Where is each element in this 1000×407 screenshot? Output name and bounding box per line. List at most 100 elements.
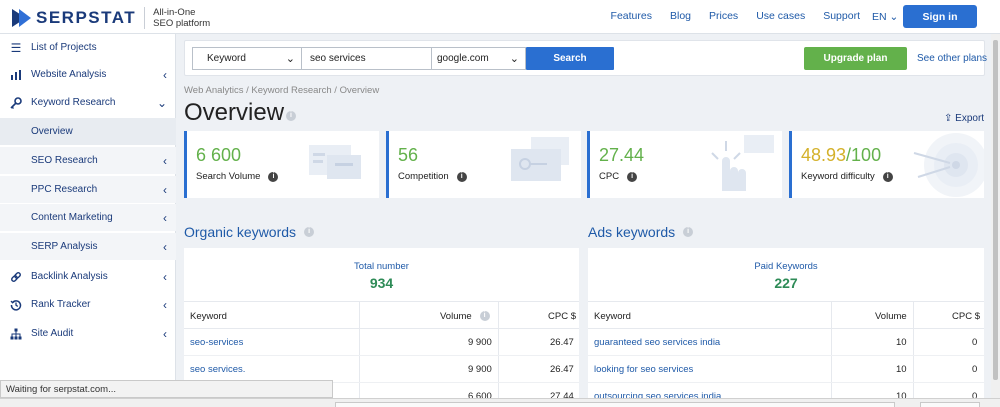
sign-in-button[interactable]: Sign in	[903, 5, 977, 28]
column-header-cpc[interactable]: CPC $	[548, 302, 576, 330]
column-header-keyword[interactable]: Keyword	[190, 302, 227, 330]
sidebar-item-label: Site Audit	[31, 328, 74, 339]
organic-total-value[interactable]: 934	[184, 275, 579, 291]
volume-illustration-icon	[309, 145, 361, 179]
organic-keywords-heading: Organic keywords i	[184, 224, 315, 240]
cpc-cell: 0	[972, 364, 978, 375]
chevron-left-icon: ‹	[163, 210, 167, 225]
language-selector[interactable]: EN ⌄	[872, 11, 898, 23]
difficulty-max: /100	[846, 145, 882, 165]
top-header: SERPSTAT All-in-One SEO platform Feature…	[0, 0, 1000, 34]
search-type-value: Keyword	[207, 53, 246, 64]
sidebar-item-label: Keyword Research	[31, 97, 116, 108]
logo-divider	[144, 7, 146, 29]
sidebar-item-keyword-research[interactable]: Keyword Research ⌄	[0, 89, 176, 116]
info-icon[interactable]: i	[304, 227, 315, 237]
sidebar-item-website-analysis[interactable]: Website Analysis ‹	[0, 61, 176, 88]
search-engine-select[interactable]: google.com ⌄	[431, 47, 526, 70]
difficulty-score: 48.93	[801, 145, 847, 165]
nav-features[interactable]: Features	[611, 10, 652, 22]
cpc-cell: 26.47	[550, 364, 574, 375]
chevron-down-icon: ⌄	[156, 95, 167, 110]
cpc-label: CPC	[599, 171, 620, 182]
sidebar-item-label: Rank Tracker	[31, 299, 91, 310]
table-row: seo services. 9 900 26.47	[184, 356, 579, 383]
tagline-line-1: All-in-One	[153, 7, 196, 18]
volume-cell: 10	[896, 337, 907, 348]
bar-chart-icon	[9, 68, 23, 82]
search-button[interactable]: Search	[526, 47, 614, 70]
info-icon[interactable]: i	[479, 311, 490, 321]
cpc-cell: 26.47	[550, 337, 574, 348]
sidebar-item-serp-analysis[interactable]: SERP Analysis ‹	[0, 233, 176, 260]
column-header-cpc[interactable]: CPC $	[952, 302, 980, 330]
sidebar-item-label: Overview	[31, 126, 73, 137]
sidebar-item-site-audit[interactable]: Site Audit ‹	[0, 320, 176, 347]
sidebar-item-ppc-research[interactable]: PPC Research ‹	[0, 176, 176, 203]
column-header-volume[interactable]: Volume i	[440, 302, 490, 330]
cpc-illustration-icon	[711, 135, 774, 191]
competition-label-row: Competition i	[398, 171, 467, 182]
info-icon[interactable]: i	[683, 227, 694, 237]
cpc-label-row: CPC i	[599, 171, 638, 182]
upgrade-plan-button[interactable]: Upgrade plan	[804, 47, 907, 70]
info-icon[interactable]: i	[268, 171, 279, 182]
sidebar-item-backlink-analysis[interactable]: Backlink Analysis ‹	[0, 263, 176, 290]
export-button[interactable]: ⇪ Export	[944, 113, 984, 124]
info-icon[interactable]: i	[627, 171, 638, 182]
difficulty-illustration-icon	[913, 133, 984, 197]
column-header-volume[interactable]: Volume	[875, 302, 907, 330]
info-icon[interactable]: i	[882, 171, 893, 182]
keyword-link[interactable]: seo services.	[190, 356, 245, 383]
table-row: seo-services 9 900 26.47	[184, 329, 579, 356]
ads-keywords-title[interactable]: Ads keywords	[588, 224, 675, 240]
nav-prices[interactable]: Prices	[709, 10, 738, 22]
see-other-plans-link[interactable]: See other plans	[917, 53, 987, 64]
sidebar-item-content-marketing[interactable]: Content Marketing ‹	[0, 204, 176, 231]
sidebar-item-list-of-projects[interactable]: ☰ List of Projects	[0, 34, 176, 61]
chevron-down-icon: ⌄	[509, 53, 519, 65]
breadcrumb[interactable]: Web Analytics / Keyword Research / Overv…	[184, 85, 379, 96]
competition-value: 56	[398, 145, 419, 165]
keyword-difficulty-label: Keyword difficulty	[801, 171, 875, 182]
chevron-left-icon: ‹	[163, 297, 167, 312]
bottom-box	[335, 402, 895, 407]
column-header-keyword[interactable]: Keyword	[594, 302, 631, 330]
metric-card-search-volume: 6 600 Search Volume i	[184, 131, 379, 198]
nav-use-cases[interactable]: Use cases	[756, 10, 805, 22]
brand-name: SERPSTAT	[36, 8, 137, 27]
link-icon	[9, 270, 23, 284]
nav-support[interactable]: Support	[823, 10, 860, 22]
keyword-link[interactable]: seo-services	[190, 329, 243, 356]
sidebar-item-rank-tracker[interactable]: Rank Tracker ‹	[0, 291, 176, 318]
ads-keywords-panel: Paid Keywords 227 Keyword Volume CPC $ g…	[588, 248, 984, 407]
chevron-left-icon: ‹	[163, 269, 167, 284]
keyword-link[interactable]: looking for seo services	[594, 356, 693, 383]
sidebar-item-label: SERP Analysis	[31, 241, 98, 252]
language-label: EN	[872, 11, 887, 23]
chevron-down-icon: ⌄	[285, 53, 295, 65]
sidebar-item-overview[interactable]: Overview	[0, 118, 176, 145]
search-volume-label-row: Search Volume i	[196, 171, 279, 182]
info-icon[interactable]: i	[456, 171, 467, 182]
search-type-select[interactable]: Keyword ⌄	[192, 47, 302, 70]
sidebar-item-label: PPC Research	[31, 184, 98, 195]
bottom-strip	[0, 398, 1000, 407]
table-row: guaranteed seo services india 10 0	[588, 329, 984, 356]
sidebar-item-label: List of Projects	[31, 42, 97, 53]
page-scrollbar[interactable]	[991, 34, 1000, 398]
sidebar-item-seo-research[interactable]: SEO Research ‹	[0, 147, 176, 174]
organic-table-header: Keyword Volume i CPC $	[184, 301, 579, 329]
keyword-link[interactable]: guaranteed seo services india	[594, 329, 720, 356]
bottom-box	[920, 402, 980, 407]
logo-mark-icon	[12, 9, 32, 27]
info-icon[interactable]: i	[286, 111, 296, 121]
sidebar-item-label: SEO Research	[31, 155, 98, 166]
organic-keywords-title[interactable]: Organic keywords	[184, 224, 296, 240]
ads-total-value[interactable]: 227	[588, 275, 984, 291]
nav-blog[interactable]: Blog	[670, 10, 691, 22]
scrollbar-thumb[interactable]	[993, 40, 998, 380]
chevron-left-icon: ‹	[163, 153, 167, 168]
serpstat-logo[interactable]: SERPSTAT All-in-One SEO platform	[12, 7, 210, 29]
search-input[interactable]	[302, 47, 432, 70]
